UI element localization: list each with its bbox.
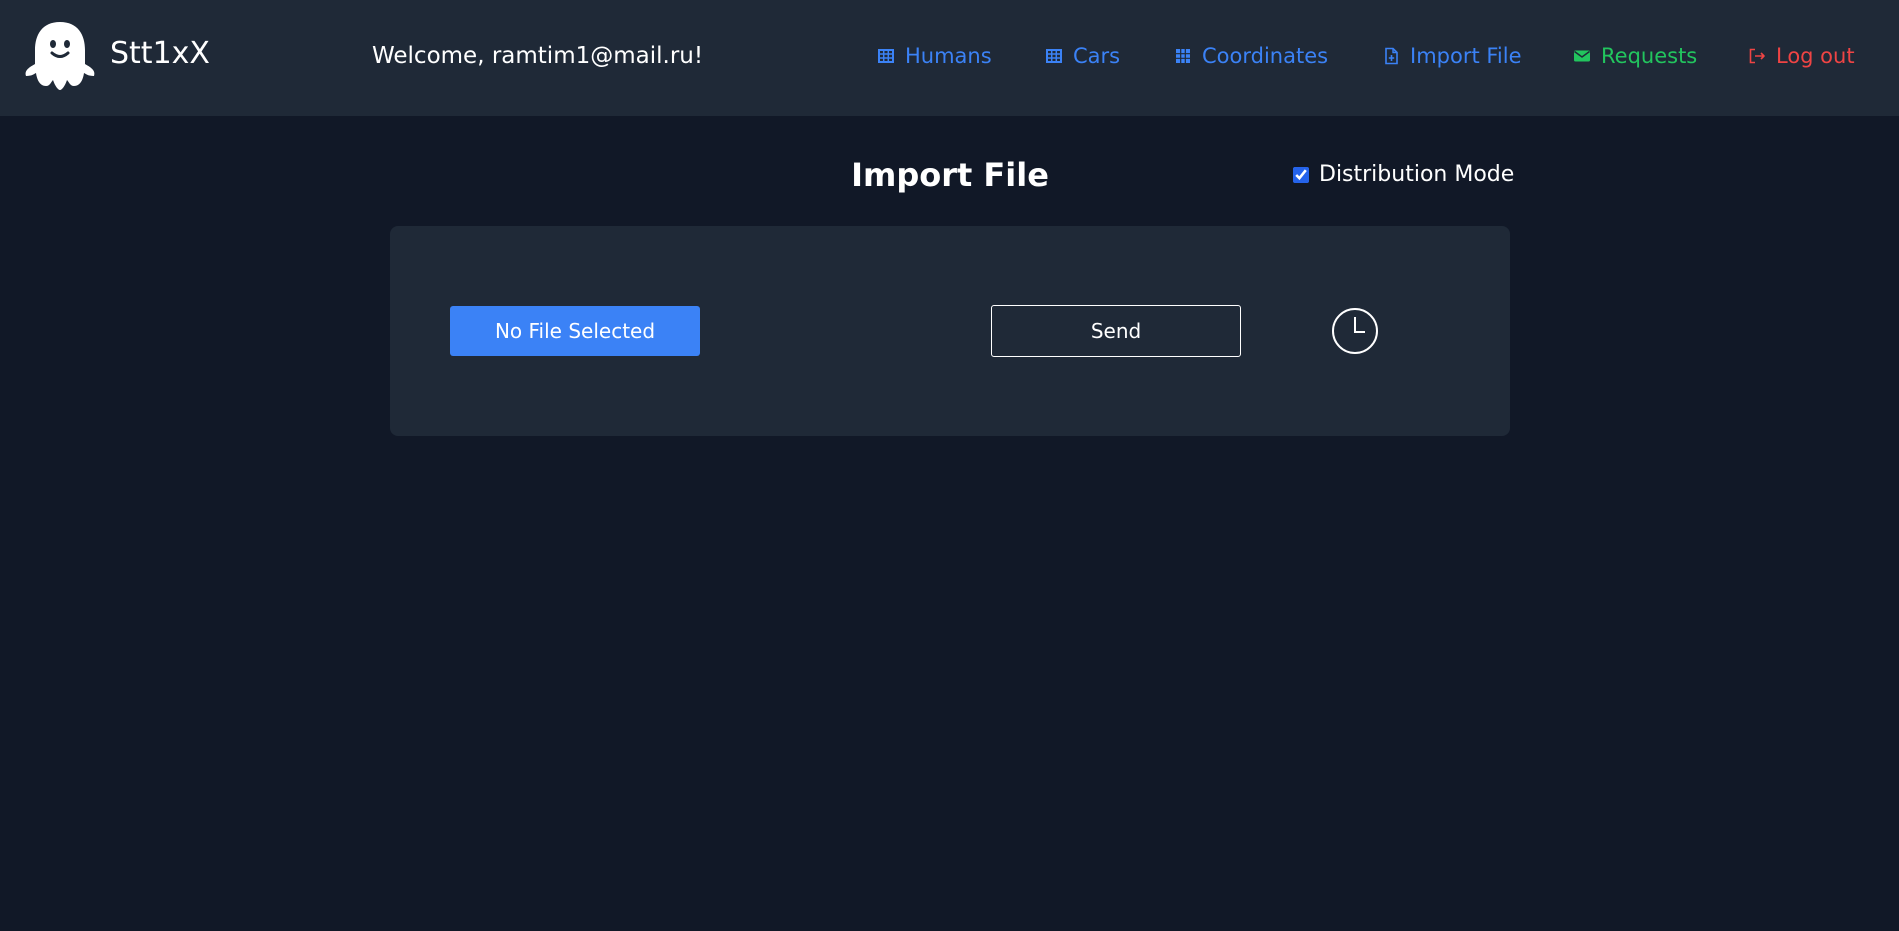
nav-cars-label: Cars [1073, 44, 1121, 68]
nav-coordinates[interactable]: Coordinates [1174, 40, 1328, 72]
distribution-mode-checkbox[interactable] [1293, 167, 1309, 183]
brand-name: Stt1xX [110, 36, 210, 71]
distribution-mode-toggle[interactable]: Distribution Mode [1293, 161, 1514, 189]
grid-icon [1176, 49, 1190, 63]
envelope-icon [1574, 50, 1590, 62]
nav-log-out[interactable]: Log out [1748, 40, 1855, 72]
nav-import-file-label: Import File [1410, 44, 1522, 68]
top-navbar: Stt1xX Welcome, ramtim1@mail.ru! Humans … [0, 0, 1899, 116]
file-import-icon [1385, 47, 1398, 65]
distribution-mode-label: Distribution Mode [1319, 162, 1515, 187]
page-title: Import File [851, 156, 1049, 194]
nav-requests[interactable]: Requests [1573, 40, 1697, 72]
logout-icon [1749, 48, 1765, 64]
ghost-logo-icon [25, 22, 95, 90]
nav-requests-label: Requests [1601, 44, 1698, 68]
nav-coordinates-label: Coordinates [1202, 44, 1329, 68]
file-select-button[interactable]: No File Selected [450, 306, 700, 356]
welcome-message: Welcome, ramtim1@mail.ru! [372, 43, 704, 69]
nav-humans[interactable]: Humans [877, 40, 992, 72]
nav-humans-label: Humans [905, 44, 992, 68]
send-button[interactable]: Send [991, 305, 1241, 357]
nav-cars[interactable]: Cars [1045, 40, 1120, 72]
clock-icon[interactable] [1331, 307, 1379, 355]
import-panel: No File Selected Send [390, 226, 1510, 436]
nav-import-file[interactable]: Import File [1382, 40, 1522, 72]
nav-log-out-label: Log out [1776, 44, 1855, 68]
table-icon [878, 49, 894, 63]
table-icon [1046, 49, 1062, 63]
